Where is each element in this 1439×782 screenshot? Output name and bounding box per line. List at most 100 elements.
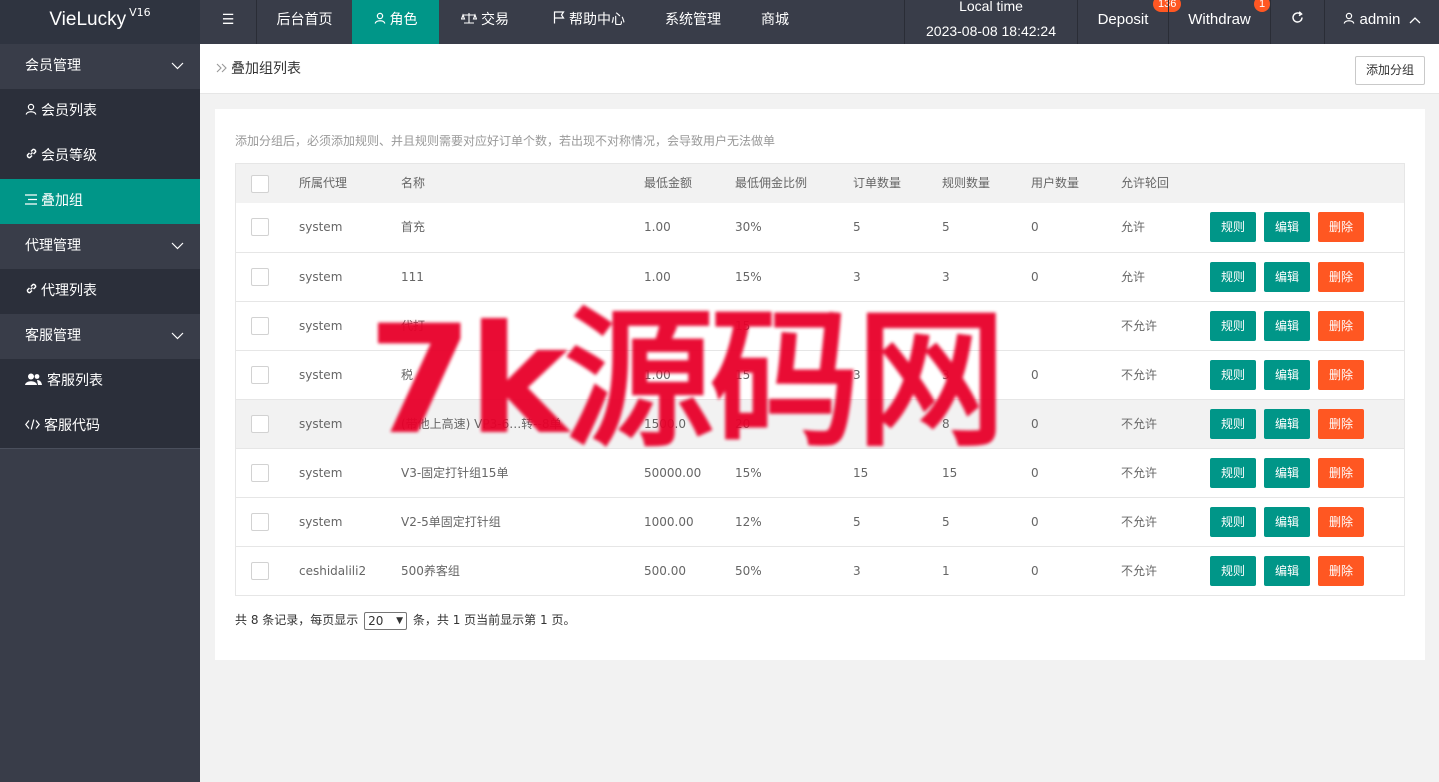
sidebar-item-support-code[interactable]: 客服代码 bbox=[0, 404, 200, 449]
page-header: 叠加组列表 添加分组 bbox=[200, 44, 1439, 94]
page-size-select[interactable]: 20 ▼ bbox=[364, 611, 408, 630]
row-checkbox[interactable] bbox=[251, 317, 269, 335]
delete-button[interactable]: 删除 bbox=[1318, 311, 1365, 341]
table-cell: 15% bbox=[735, 270, 762, 284]
rules-button[interactable]: 规则 bbox=[1210, 556, 1257, 586]
edit-button[interactable]: 编辑 bbox=[1264, 458, 1311, 488]
table-cell: 不允许 bbox=[1121, 515, 1158, 529]
nav-role[interactable]: 角色 bbox=[352, 0, 439, 44]
table-cell: 30% bbox=[735, 220, 762, 234]
refresh-button[interactable] bbox=[1271, 0, 1324, 44]
delete-button[interactable]: 删除 bbox=[1318, 556, 1365, 586]
edit-button[interactable]: 编辑 bbox=[1264, 409, 1311, 439]
rules-button[interactable]: 规则 bbox=[1210, 507, 1257, 537]
sidebar-item-label: 客服代码 bbox=[44, 418, 100, 434]
row-checkbox[interactable] bbox=[251, 513, 269, 531]
row-checkbox[interactable] bbox=[251, 366, 269, 384]
pagination-prefix: 共 8 条记录，每页显示 bbox=[235, 613, 359, 627]
row-checkbox[interactable] bbox=[251, 415, 269, 433]
withdraw-button[interactable]: Withdraw 1 bbox=[1169, 0, 1271, 44]
chevron-down-icon: ▼ bbox=[396, 615, 404, 626]
sidebar-item-member-list[interactable]: 会员列表 bbox=[0, 89, 200, 134]
table-cell: 0 bbox=[1031, 220, 1039, 234]
row-checkbox[interactable] bbox=[251, 562, 269, 580]
row-checkbox[interactable] bbox=[251, 218, 269, 236]
table-cell: 不允许 bbox=[1121, 417, 1158, 431]
edit-button[interactable]: 编辑 bbox=[1264, 262, 1311, 292]
table-cell: 500.00 bbox=[644, 564, 686, 578]
table-body: system 首充 1.00 30% 5 5 0 允许 规则 编辑 删除 system 111 1.00 1… bbox=[236, 203, 1404, 595]
table-header: 所属代理 名称 最低金额 最低佣金比例 订单数量 规则数量 用户数量 允许轮回 bbox=[236, 164, 1404, 203]
table-row: system 首充 1.00 30% 5 5 0 允许 规则 编辑 删除 bbox=[236, 203, 1404, 252]
nav-help[interactable]: 帮助中心 bbox=[531, 0, 647, 44]
rules-button[interactable]: 规则 bbox=[1210, 311, 1257, 341]
edit-button[interactable]: 编辑 bbox=[1264, 311, 1311, 341]
nav-home[interactable]: 后台首页 bbox=[257, 0, 352, 44]
table-cell: system bbox=[299, 515, 343, 529]
menu-toggle-button[interactable]: ☰ bbox=[200, 0, 256, 44]
app-logo[interactable]: VieLucky V16 bbox=[0, 0, 200, 44]
nav-shop[interactable]: 商城 bbox=[739, 0, 811, 44]
nav-system[interactable]: 系统管理 bbox=[647, 0, 739, 44]
local-time-value: 2023-08-08 18:42:24 bbox=[926, 23, 1056, 39]
edit-button[interactable]: 编辑 bbox=[1264, 212, 1311, 242]
app-name: VieLucky bbox=[49, 9, 127, 30]
row-checkbox[interactable] bbox=[251, 464, 269, 482]
deposit-button[interactable]: Deposit 136 bbox=[1078, 0, 1182, 44]
table-cell: 税 bbox=[401, 368, 414, 382]
table-row: system V3-固定打针组15单 50000.00 15% 15 15 0 不允许 规则 编辑… bbox=[236, 448, 1404, 497]
select-all-checkbox[interactable] bbox=[251, 175, 269, 193]
row-checkbox[interactable] bbox=[251, 268, 269, 286]
deposit-label: Deposit bbox=[1097, 11, 1149, 28]
delete-button[interactable]: 删除 bbox=[1318, 507, 1365, 537]
column-header: 规则数量 bbox=[942, 176, 991, 190]
delete-button[interactable]: 删除 bbox=[1318, 360, 1365, 390]
add-group-button[interactable]: 添加分组 bbox=[1354, 56, 1425, 85]
chevron-down-icon bbox=[171, 44, 184, 89]
rules-button[interactable]: 规则 bbox=[1210, 458, 1257, 488]
rules-button[interactable]: 规则 bbox=[1210, 360, 1257, 390]
sidebar-group-support[interactable]: 客服管理 bbox=[0, 314, 200, 359]
sidebar-item-label: 客服列表 bbox=[47, 373, 103, 389]
column-header: 最低金额 bbox=[644, 176, 693, 190]
table-cell: 不允许 bbox=[1121, 564, 1158, 578]
edit-button[interactable]: 编辑 bbox=[1264, 556, 1311, 586]
delete-button[interactable]: 删除 bbox=[1318, 409, 1365, 439]
sidebar-group-label: 客服管理 bbox=[25, 328, 81, 344]
user-menu[interactable]: admin bbox=[1325, 0, 1439, 44]
column-header: 用户数量 bbox=[1031, 176, 1080, 190]
sidebar-item-member-level[interactable]: 会员等级 bbox=[0, 134, 200, 179]
sidebar-item-agent-list[interactable]: 代理列表 bbox=[0, 269, 200, 314]
edit-button[interactable]: 编辑 bbox=[1264, 360, 1311, 390]
table-cell: V3-固定打针组15单 bbox=[401, 466, 509, 480]
table-cell: 1000.00 bbox=[644, 515, 694, 529]
sidebar-item-stack-group[interactable]: 叠加组 bbox=[0, 179, 200, 224]
table-cell: system bbox=[299, 417, 343, 431]
sidebar-item-support-list[interactable]: 客服列表 bbox=[0, 359, 200, 404]
content-card: 添加分组后，必须添加规则、并且规则需要对应好订单个数，若出现不对称情况，会导致用… bbox=[215, 109, 1425, 660]
table-cell: 15 bbox=[735, 319, 751, 333]
group-table: 所属代理 名称 最低金额 最低佣金比例 订单数量 规则数量 用户数量 允许轮回 … bbox=[235, 163, 1405, 596]
sidebar-group-agents[interactable]: 代理管理 bbox=[0, 224, 200, 269]
table-cell: ceshidalili2 bbox=[299, 564, 367, 578]
nav-trade[interactable]: 交易 bbox=[439, 0, 531, 44]
sidebar-item-label: 会员列表 bbox=[41, 103, 97, 119]
rules-button[interactable]: 规则 bbox=[1210, 262, 1257, 292]
delete-button[interactable]: 删除 bbox=[1318, 262, 1365, 292]
list-icon bbox=[25, 179, 41, 224]
table-cell: 1.00 bbox=[644, 220, 671, 234]
local-time-label: Local time bbox=[959, 0, 1023, 14]
link-icon bbox=[25, 269, 41, 314]
rules-button[interactable]: 规则 bbox=[1210, 212, 1257, 242]
column-header: 允许轮回 bbox=[1121, 176, 1170, 190]
top-navbar: VieLucky V16 ☰ 后台首页 角色 交易 帮助中心 系统管理 商城 Lo… bbox=[0, 0, 1439, 44]
delete-button[interactable]: 删除 bbox=[1318, 212, 1365, 242]
edit-button[interactable]: 编辑 bbox=[1264, 507, 1311, 537]
table-cell: 15 bbox=[942, 466, 958, 480]
table-cell: system bbox=[299, 368, 343, 382]
rules-button[interactable]: 规则 bbox=[1210, 409, 1257, 439]
sidebar-group-members[interactable]: 会员管理 bbox=[0, 44, 200, 89]
code-icon bbox=[25, 404, 44, 449]
delete-button[interactable]: 删除 bbox=[1318, 458, 1365, 488]
table-cell: 允许 bbox=[1121, 220, 1146, 234]
